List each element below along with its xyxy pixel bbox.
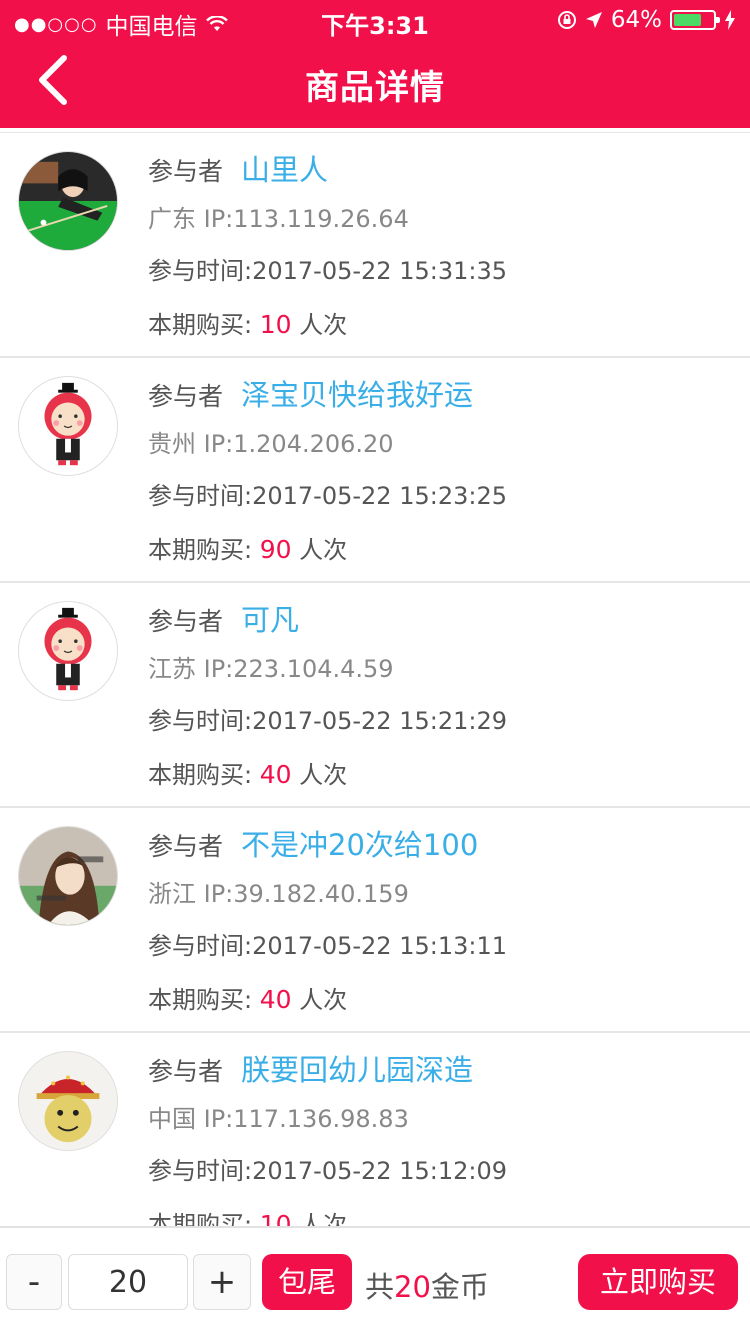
participant-name[interactable]: 泽宝贝快给我好运	[241, 378, 473, 412]
total-coins: 共20金币	[365, 1264, 489, 1306]
participant-time: 参与时间:2017-05-22 15:13:11	[148, 932, 507, 960]
quantity-input[interactable]	[68, 1254, 188, 1310]
purchase-unit: 人次	[291, 761, 348, 789]
participant-ip: 中国 IP:117.136.98.83	[148, 1105, 409, 1133]
list-item[interactable]: 参与者 可凡 江苏 IP:223.104.4.59 参与时间:2017-05-22…	[0, 583, 750, 808]
purchase-unit: 人次	[291, 986, 348, 1014]
purchase-unit: 人次	[291, 536, 348, 564]
participant-time: 参与时间:2017-05-22 15:21:29	[148, 707, 507, 735]
girl-photo-avatar-icon	[19, 827, 117, 925]
participant-ip: 广东 IP:113.119.26.64	[148, 205, 409, 233]
total-prefix: 共	[365, 1270, 395, 1304]
rotation-lock-icon	[557, 11, 576, 29]
participant-ip: 浙江 IP:39.182.40.159	[148, 880, 409, 908]
participant-name[interactable]: 山里人	[241, 153, 328, 187]
participant-purchase: 本期购买: 40 人次	[148, 980, 347, 1015]
list-item[interactable]: 参与者 朕要回幼儿园深造 中国 IP:117.136.98.83 参与时间:201…	[0, 1033, 750, 1226]
meme-face-avatar-icon	[19, 1052, 117, 1150]
purchase-count: 90	[259, 535, 292, 564]
participant-ip: 江苏 IP:223.104.4.59	[148, 655, 394, 683]
participant-role-label: 参与者	[148, 832, 224, 861]
battery-percent: 64%	[610, 7, 662, 33]
participant-role-label: 参与者	[148, 157, 224, 186]
participant-purchase: 本期购买: 90 人次	[148, 530, 347, 565]
purchase-unit: 人次	[291, 311, 348, 339]
purchase-count: 10	[259, 1210, 292, 1226]
total-suffix: 金币	[430, 1270, 489, 1304]
purchase-count: 40	[259, 760, 292, 789]
participant-name[interactable]: 不是冲20次给100	[241, 828, 478, 862]
avatar[interactable]	[18, 601, 118, 701]
participant-purchase: 本期购买: 10 人次	[148, 305, 347, 340]
battery-icon	[670, 10, 720, 30]
participant-role-label: 参与者	[148, 607, 224, 636]
avatar[interactable]	[18, 376, 118, 476]
purchase-label: 本期购买:	[148, 536, 260, 564]
total-amount: 20	[394, 1270, 431, 1304]
purchase-label: 本期购买:	[148, 1211, 260, 1226]
participant-role-label: 参与者	[148, 1057, 224, 1086]
baowei-button[interactable]: 包尾	[262, 1254, 352, 1310]
purchase-label: 本期购买:	[148, 761, 260, 789]
purchase-unit: 人次	[291, 1211, 348, 1226]
list-item[interactable]: 参与者 泽宝贝快给我好运 贵州 IP:1.204.206.20 参与时间:2017…	[0, 358, 750, 583]
avatar[interactable]	[18, 1051, 118, 1151]
participant-role-label: 参与者	[148, 382, 224, 411]
participant-ip: 贵州 IP:1.204.206.20	[148, 430, 394, 458]
billiards-player-avatar-icon	[19, 152, 117, 250]
app-header: ●●○○○ 中国电信 下午3:31 64% 商品详情	[0, 0, 750, 128]
participant-list[interactable]: 参与者 山里人 广东 IP:113.119.26.64 参与时间:2017-05-…	[0, 132, 750, 1226]
status-bar: ●●○○○ 中国电信 下午3:31 64%	[0, 0, 750, 40]
avatar[interactable]	[18, 151, 118, 251]
participant-purchase: 本期购买: 10 人次	[148, 1205, 347, 1226]
participant-time: 参与时间:2017-05-22 15:12:09	[148, 1157, 507, 1185]
purchase-count: 10	[259, 310, 292, 339]
participant-name[interactable]: 朕要回幼儿园深造	[241, 1053, 473, 1087]
page-title: 商品详情	[305, 68, 445, 108]
list-item[interactable]: 参与者 山里人 广东 IP:113.119.26.64 参与时间:2017-05-…	[0, 133, 750, 358]
nav-bar: 商品详情	[0, 40, 750, 128]
decrease-quantity-button[interactable]: -	[6, 1254, 62, 1310]
participant-name[interactable]: 可凡	[241, 603, 299, 637]
avatar[interactable]	[18, 826, 118, 926]
purchase-label: 本期购买:	[148, 986, 260, 1014]
mascot-avatar-icon	[19, 377, 117, 475]
purchase-label: 本期购买:	[148, 311, 260, 339]
buy-now-button[interactable]: 立即购买	[578, 1254, 738, 1310]
purchase-count: 40	[259, 985, 292, 1014]
increase-quantity-button[interactable]: +	[193, 1254, 251, 1310]
location-arrow-icon	[585, 12, 602, 28]
participant-time: 参与时间:2017-05-22 15:31:35	[148, 257, 507, 285]
list-item[interactable]: 参与者 不是冲20次给100 浙江 IP:39.182.40.159 参与时间:2…	[0, 808, 750, 1033]
participant-time: 参与时间:2017-05-22 15:23:25	[148, 482, 507, 510]
charging-bolt-icon	[725, 10, 735, 30]
mascot-avatar-icon	[19, 602, 117, 700]
participant-purchase: 本期购买: 40 人次	[148, 755, 347, 790]
purchase-bar: - + 包尾 共20金币 立即购买	[0, 1226, 750, 1334]
